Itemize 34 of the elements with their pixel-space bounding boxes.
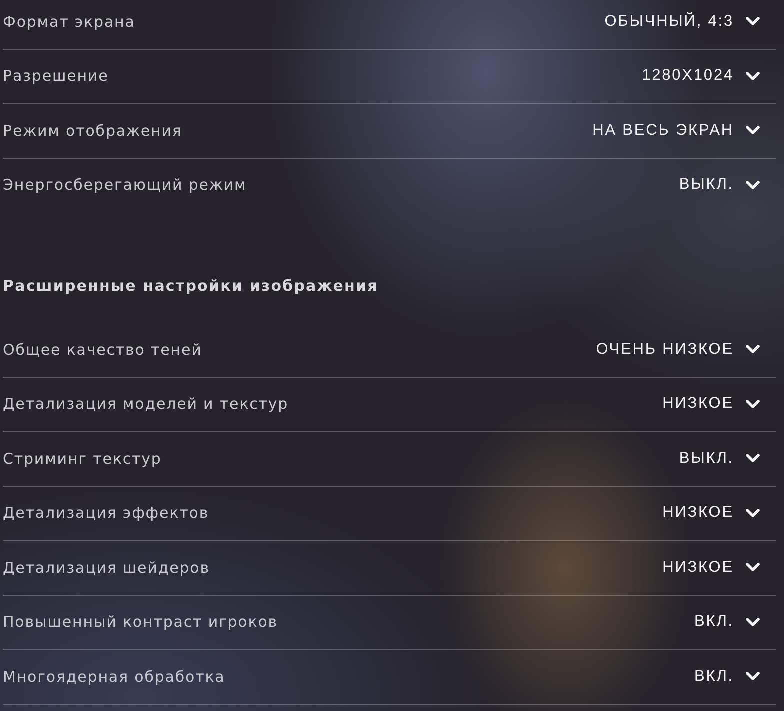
dropdown-button[interactable]: ОЧЕНЬ НИЗКОЕ [596, 340, 760, 360]
dropdown-button[interactable]: 1280X1024 [642, 66, 760, 86]
dropdown-button[interactable]: ВЫКЛ. [679, 448, 760, 469]
dropdown-button[interactable]: НА ВЕСЬ ЭКРАН [592, 120, 760, 141]
chevron-down-icon [746, 72, 760, 81]
chevron-down-icon [746, 508, 760, 518]
chevron-down-icon [746, 563, 760, 572]
chevron-down-icon [746, 180, 760, 190]
setting-label: Многоядерная обработка [3, 666, 226, 687]
dropdown-button[interactable]: НИЗКОЕ [662, 558, 760, 578]
dropdown-button[interactable]: ВКЛ. [694, 666, 760, 687]
section-heading: Расширенные настройки изображения [3, 276, 378, 296]
chevron-down-icon [746, 618, 760, 627]
setting-label: Общее качество теней [3, 340, 202, 360]
dropdown-button[interactable]: ОБЫЧНЫЙ, 4:3 [604, 12, 760, 32]
setting-label: Разрешение [3, 66, 109, 86]
setting-label: Формат экрана [3, 12, 136, 32]
setting-label: Энергосберегающий режим [3, 175, 247, 196]
setting-label: Стриминг текстур [3, 448, 162, 469]
chevron-down-icon [746, 17, 760, 26]
dropdown-button[interactable]: НИЗКОЕ [662, 394, 760, 414]
dropdown-button[interactable]: ВКЛ. [694, 612, 760, 632]
chevron-down-icon [746, 400, 760, 409]
setting-label: Повышенный контраст игроков [3, 612, 278, 632]
chevron-down-icon [746, 454, 760, 464]
chevron-down-icon [746, 345, 760, 354]
setting-label: Детализация моделей и текстур [3, 394, 289, 414]
chevron-down-icon [746, 126, 760, 136]
chevron-down-icon [746, 672, 760, 682]
setting-label: Детализация шейдеров [3, 558, 210, 578]
setting-label: Режим отображения [3, 120, 182, 141]
setting-label: Детализация эффектов [3, 503, 210, 524]
dropdown-button[interactable]: ВЫКЛ. [679, 175, 760, 196]
dropdown-button[interactable]: НИЗКОЕ [662, 503, 760, 524]
